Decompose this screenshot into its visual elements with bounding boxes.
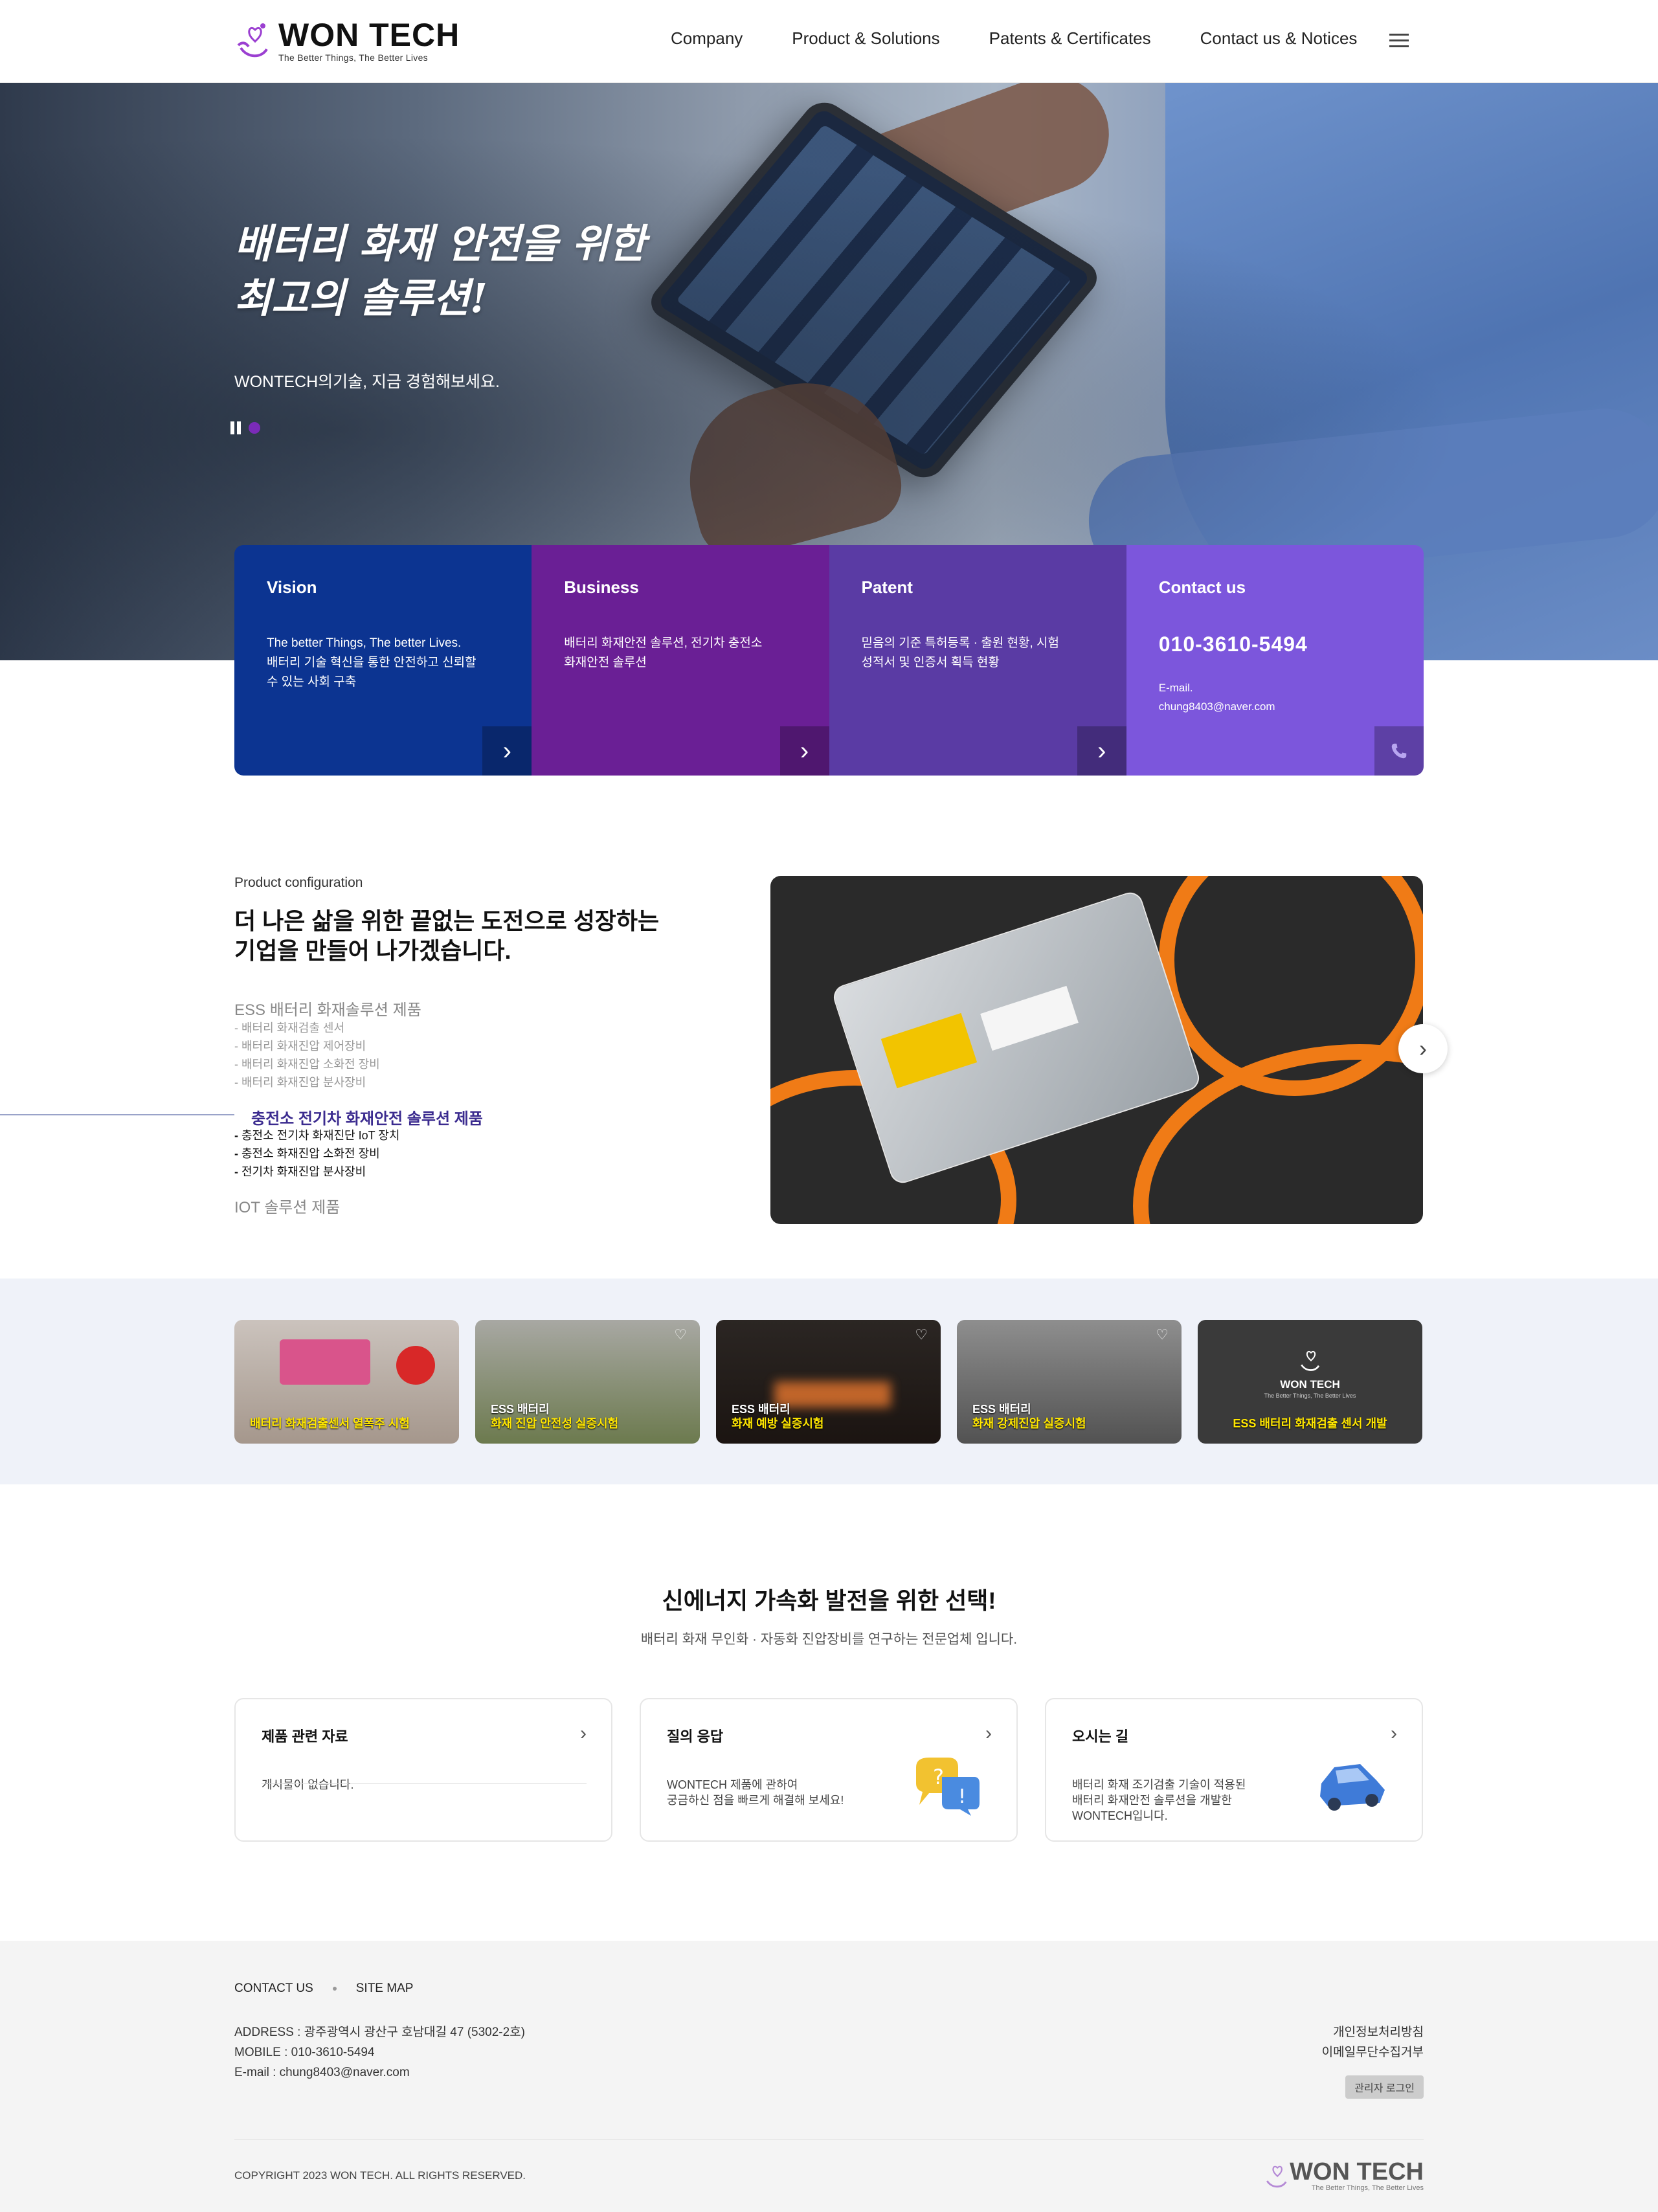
product-image bbox=[770, 876, 1423, 1224]
card-patent-title: Patent bbox=[861, 577, 913, 597]
logo-watermark-icon: ♡ bbox=[674, 1326, 687, 1343]
box-product-materials[interactable]: 제품 관련 자료 › 게시물이 없습니다. bbox=[234, 1698, 612, 1842]
chevron-right-icon[interactable]: › bbox=[580, 1723, 587, 1745]
footer-company-info: ADDRESS : 광주광역시 광산구 호남대길 47 (5302-2호) MO… bbox=[234, 2026, 525, 2079]
gallery-thumb-4[interactable]: ♡ ESS 배터리 화재 강제진압 실증시험 bbox=[957, 1320, 1182, 1444]
product-config-title: 더 나은 삶을 위한 끝없는 도전으로 성장하는 기업을 만들어 나가겠습니다. bbox=[234, 908, 660, 964]
product-group-ess-items: 배터리 화재검출 센서 배터리 화재진압 제어장비 배터리 화재진압 소화전 장… bbox=[234, 1019, 380, 1091]
thumb-logo-title: WON TECH bbox=[1280, 1378, 1340, 1391]
section-title: 신에너지 가속화 발전을 위한 선택! bbox=[662, 1587, 996, 1614]
thumb-caption: ESS 배터리 화재검출 센서 개발 bbox=[1233, 1417, 1387, 1430]
chevron-right-icon[interactable]: › bbox=[985, 1723, 992, 1745]
box-title: 제품 관련 자료 bbox=[262, 1728, 348, 1745]
chevron-right-icon[interactable]: › bbox=[779, 726, 829, 776]
card-vision-title: Vision bbox=[267, 577, 317, 597]
nav-company[interactable]: Company bbox=[671, 28, 743, 49]
card-patent[interactable]: Patent 믿음의 기준 특허등록 · 출원 현황, 시험 성적서 및 인증서… bbox=[829, 545, 1126, 776]
gallery-thumb-1[interactable]: 배터리 화재검출센서 열폭주 시험 bbox=[234, 1320, 459, 1444]
gallery-thumbnails: 배터리 화재검출센서 열폭주 시험 ♡ ESS 배터리 화재 진압 안전성 실증시… bbox=[234, 1320, 1422, 1444]
list-item[interactable]: 전기차 화재진압 분사장비 bbox=[234, 1163, 399, 1181]
active-indicator-line bbox=[0, 1114, 234, 1115]
separator-dot bbox=[332, 1987, 337, 1991]
hand-heart-icon bbox=[1266, 2165, 1287, 2188]
site-logo[interactable]: WON TECH The Better Things, The Better L… bbox=[234, 18, 460, 63]
box-qna[interactable]: 질의 응답 › WONTECH 제품에 관하여 궁금하신 점을 빠르게 해결해 … bbox=[640, 1698, 1018, 1842]
logo-title: WON TECH bbox=[278, 17, 460, 53]
page: WON TECH The Better Things, The Better L… bbox=[0, 0, 1658, 2212]
footer-link-contact[interactable]: CONTACT US bbox=[234, 1982, 313, 1996]
list-item[interactable]: 배터리 화재검출 센서 bbox=[234, 1019, 380, 1037]
feature-boxes: 제품 관련 자료 › 게시물이 없습니다. 질의 응답 › WONTECH 제품… bbox=[234, 1698, 1423, 1842]
card-business[interactable]: Business 배터리 화재안전 솔루션, 전기차 충전소 화재안전 솔루션 … bbox=[532, 545, 829, 776]
card-business-title: Business bbox=[564, 577, 639, 597]
thumb-caption: ESS 배터리 화재 강제진압 실증시험 bbox=[972, 1403, 1086, 1430]
product-config-label: Product configuration bbox=[234, 875, 363, 890]
gallery-thumb-5[interactable]: WON TECH The Better Things, The Better L… bbox=[1198, 1320, 1422, 1444]
product-group-charging-items: 충전소 전기차 화재진단 IoT 장치 충전소 화재진압 소화전 장비 전기차 … bbox=[234, 1126, 399, 1181]
list-item[interactable]: 충전소 전기차 화재진단 IoT 장치 bbox=[234, 1126, 399, 1145]
card-patent-text: 믿음의 기준 특허등록 · 출원 현황, 시험 성적서 및 인증서 획득 현황 bbox=[861, 636, 1059, 669]
card-vision-text: The better Things, The better Lives. 배터리… bbox=[267, 636, 476, 689]
pause-icon[interactable] bbox=[230, 421, 245, 434]
product-group-charging-active[interactable]: 충전소 전기차 화재안전 솔루션 제품 bbox=[251, 1106, 483, 1128]
hero-title: 배터리 화재 안전을 위한 최고의 솔루션! bbox=[234, 220, 646, 322]
hero-subtitle: WONTECH의기술, 지금 경험해보세요. bbox=[234, 373, 500, 391]
chevron-right-icon[interactable]: › bbox=[482, 726, 532, 776]
main-nav: Company Product & Solutions Patents & Ce… bbox=[671, 28, 1357, 49]
copyright: COPYRIGHT 2023 WON TECH. ALL RIGHTS RESE… bbox=[234, 2169, 526, 2182]
privacy-policy-link[interactable]: 개인정보처리방침 bbox=[1322, 2022, 1424, 2042]
box-title: 오시는 길 bbox=[1072, 1728, 1129, 1745]
gallery-thumb-3[interactable]: ♡ ESS 배터리 화재 예방 실증시험 bbox=[716, 1320, 941, 1444]
box-title: 질의 응답 bbox=[667, 1728, 724, 1745]
hero-slider-controls bbox=[230, 421, 260, 434]
list-item[interactable]: 충전소 화재진압 소화전 장비 bbox=[234, 1145, 399, 1163]
gallery-thumb-2[interactable]: ♡ ESS 배터리 화재 진압 안전성 실증시험 bbox=[475, 1320, 700, 1444]
footer-policy-links: 개인정보처리방침 이메일무단수집거부 bbox=[1322, 2022, 1424, 2062]
product-group-iot[interactable]: IOT 솔루션 제품 bbox=[234, 1194, 340, 1217]
box-text: 게시물이 없습니다. bbox=[262, 1778, 354, 1791]
list-item[interactable]: 배터리 화재진압 제어장비 bbox=[234, 1037, 380, 1055]
footer-link-sitemap[interactable]: SITE MAP bbox=[356, 1982, 414, 1996]
list-item[interactable]: 배터리 화재진압 소화전 장비 bbox=[234, 1055, 380, 1073]
site-header: WON TECH The Better Things, The Better L… bbox=[0, 0, 1658, 83]
contact-email: E-mail. chung8403@naver.com bbox=[1158, 682, 1275, 713]
slider-dot-active[interactable] bbox=[249, 422, 260, 434]
logo-watermark-icon: ♡ bbox=[915, 1326, 928, 1343]
product-group-ess[interactable]: ESS 배터리 화재솔루션 제품 bbox=[234, 997, 421, 1020]
box-directions[interactable]: 오시는 길 › 배터리 화재 조기검출 기술이 적용된 배터리 화재안전 솔루션… bbox=[1045, 1698, 1423, 1842]
thumb-logo-tagline: The Better Things, The Better Lives bbox=[1264, 1392, 1356, 1399]
thumb-caption: ESS 배터리 화재 예방 실증시험 bbox=[732, 1403, 824, 1430]
phone-icon[interactable] bbox=[1374, 726, 1424, 776]
nav-patents-certificates[interactable]: Patents & Certificates bbox=[989, 28, 1151, 49]
hand-heart-icon bbox=[237, 23, 268, 58]
contact-phone: 010-3610-5494 bbox=[1158, 632, 1308, 656]
hamburger-menu-icon[interactable] bbox=[1389, 34, 1409, 48]
card-vision[interactable]: Vision The better Things, The better Liv… bbox=[234, 545, 532, 776]
card-contact[interactable]: Contact us 010-3610-5494 E-mail. chung84… bbox=[1126, 545, 1424, 776]
card-contact-title: Contact us bbox=[1158, 577, 1246, 597]
footer-links: CONTACT US SITE MAP bbox=[234, 1982, 413, 1996]
hand-heart-icon bbox=[1301, 1350, 1320, 1371]
chevron-right-icon[interactable]: › bbox=[1077, 726, 1126, 776]
thumb-caption: 배터리 화재검출센서 열폭주 시험 bbox=[250, 1417, 410, 1430]
section-subtitle: 배터리 화재 무인화 · 자동화 진압장비를 연구하는 전문업체 입니다. bbox=[640, 1632, 1018, 1647]
thumb-caption: ESS 배터리 화재 진압 안전성 실증시험 bbox=[491, 1403, 619, 1430]
nav-product-solutions[interactable]: Product & Solutions bbox=[792, 28, 939, 49]
footer-logo[interactable]: WON TECH The Better Things, The Better L… bbox=[1262, 2160, 1424, 2192]
email-policy-link[interactable]: 이메일무단수집거부 bbox=[1322, 2042, 1424, 2062]
card-business-text: 배터리 화재안전 솔루션, 전기차 충전소 화재안전 솔루션 bbox=[564, 636, 763, 669]
svg-text:!: ! bbox=[958, 1785, 966, 1808]
car-icon bbox=[1320, 1764, 1385, 1811]
question-bubble-icon: ? ! bbox=[916, 1758, 980, 1816]
list-item[interactable]: 배터리 화재진압 분사장비 bbox=[234, 1073, 380, 1091]
chevron-right-icon[interactable]: › bbox=[1391, 1723, 1397, 1745]
info-cards: Vision The better Things, The better Liv… bbox=[234, 545, 1424, 776]
footer-logo-title: WON TECH bbox=[1290, 2158, 1424, 2185]
logo-watermark-icon: ♡ bbox=[1156, 1326, 1169, 1343]
admin-login-button[interactable]: 관리자 로그인 bbox=[1345, 2075, 1424, 2099]
nav-contact-notices[interactable]: Contact us & Notices bbox=[1200, 28, 1358, 49]
logo-tagline: The Better Things, The Better Lives bbox=[278, 52, 428, 63]
slider-next-button[interactable]: › bbox=[1398, 1024, 1448, 1073]
